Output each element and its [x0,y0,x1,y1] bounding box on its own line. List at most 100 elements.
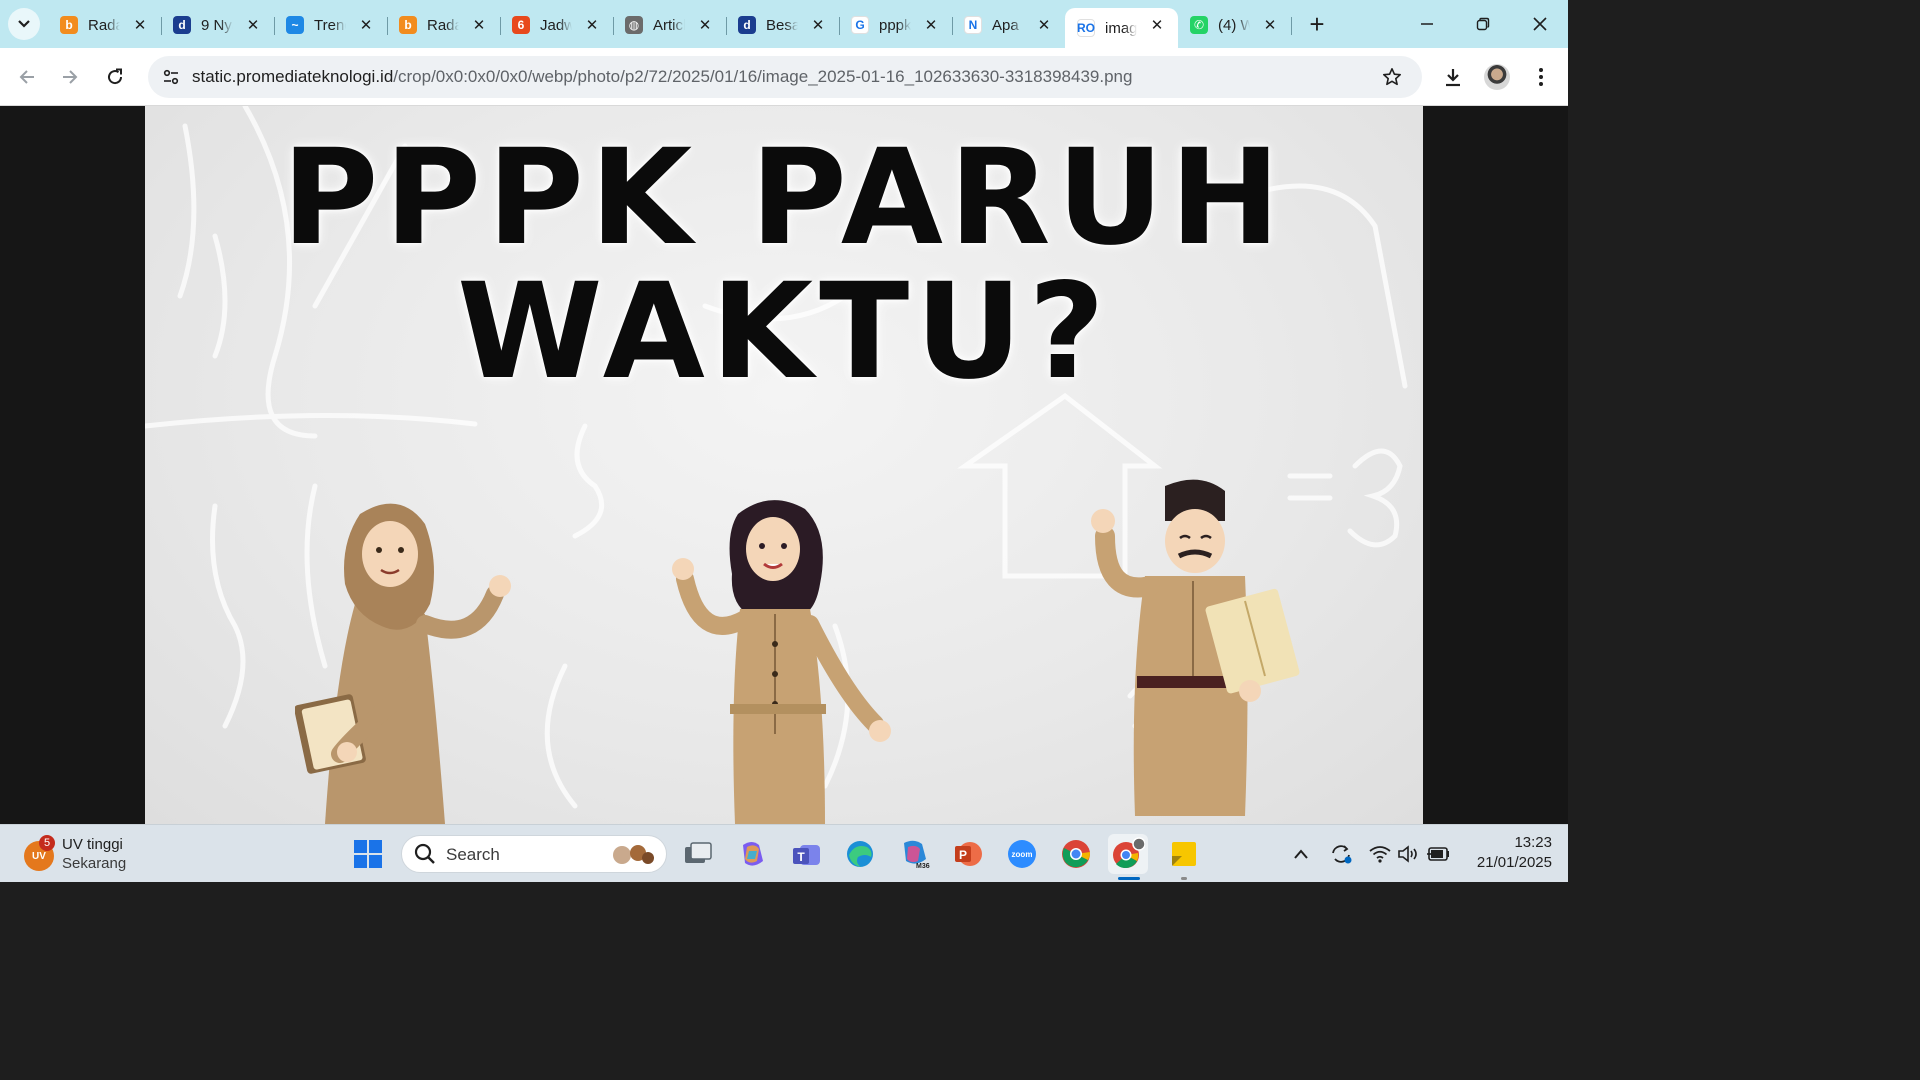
weather-widget[interactable]: UV 5 UV tinggi Sekarang [22,835,182,875]
blog-b-icon: b [399,16,417,34]
teams-button[interactable]: T [786,834,826,874]
more-vertical-icon [1539,68,1543,86]
clock-time: 13:23 [1514,834,1552,851]
tab-title: Radar [88,16,120,34]
minimize-icon [1421,23,1433,25]
arrow-right-icon [63,70,78,84]
tab-close-icon[interactable]: ✕ [809,16,827,34]
google-icon: G [851,16,869,34]
trends-icon: ~ [286,16,304,34]
browser-tab[interactable]: RO image ✕ [1065,8,1178,48]
battery-button[interactable] [1424,839,1452,869]
new-tab-button[interactable]: + [1302,8,1332,40]
tab-title: image [1105,19,1137,37]
tab-close-icon[interactable]: ✕ [583,16,601,34]
browser-tab[interactable]: ~ Trending ✕ [274,8,388,42]
site-info-button[interactable] [156,62,186,92]
chrome-icon [1113,837,1145,869]
six-icon: 6 [512,16,530,34]
plus-icon: + [1309,8,1325,39]
close-window-button[interactable] [1520,8,1560,40]
profile-avatar[interactable] [1484,64,1510,90]
browser-tab[interactable]: d 9 Nyata ✕ [161,8,275,42]
edge-icon [847,841,873,867]
tab-close-icon[interactable]: ✕ [357,16,375,34]
chrome-button[interactable] [1056,834,1096,874]
tab-close-icon[interactable]: ✕ [922,16,940,34]
woman-dark-hair-illustration [672,500,891,824]
weather-title: UV tinggi [62,836,123,853]
notification-count-badge: 5 [39,835,55,851]
chrome-profile-button[interactable] [1108,834,1148,874]
browser-menu-button[interactable] [1525,61,1557,93]
address-bar[interactable]: static.promediateknologi.id/crop/0x0:0x0… [148,56,1422,98]
browser-tab[interactable]: ✆ (4) WhatsApp ✕ [1178,8,1292,42]
restore-icon [1476,17,1490,31]
tab-close-icon[interactable]: ✕ [470,16,488,34]
m365-icon: M365 [904,840,930,869]
start-button[interactable] [348,834,388,874]
copilot-button[interactable] [732,834,772,874]
tab-close-icon[interactable]: ✕ [1148,16,1166,34]
sticky-notes-icon [1172,842,1196,866]
globe-icon: ◍ [625,16,643,34]
tab-close-icon[interactable]: ✕ [131,16,149,34]
browser-tab[interactable]: d Besar ✕ [726,8,840,42]
tab-close-icon[interactable]: ✕ [244,16,262,34]
forward-button[interactable] [54,61,86,93]
tab-close-icon[interactable]: ✕ [1035,16,1053,34]
tab-title: (4) WhatsApp [1218,16,1250,34]
m365-button[interactable]: M365 [894,834,934,874]
browser-tab[interactable]: b Radar ✕ [48,8,162,42]
url-host: static.promediateknologi.id [192,67,394,86]
wifi-button[interactable] [1366,839,1394,869]
browser-tab[interactable]: b Radar ✕ [387,8,501,42]
blog-b-icon: b [60,16,78,34]
detik-d-icon: d [173,16,191,34]
tab-title: Radar [427,16,459,34]
browser-tab[interactable]: Gpppk ✕ [839,8,953,42]
edge-button[interactable] [840,834,880,874]
tab-close-icon[interactable]: ✕ [696,16,714,34]
browser-tab[interactable]: ◍ Article ✕ [613,8,727,42]
url-path: /crop/0x0:0x0/0x0/webp/photo/p2/72/2025/… [393,67,1133,86]
search-icon [414,843,435,864]
svg-text:M365: M365 [916,863,930,869]
system-clock[interactable]: 13:23 21/01/2025 [1460,833,1552,873]
task-view-button[interactable] [678,834,718,874]
running-app-indicator [1181,877,1187,880]
detik-d-icon: d [738,16,756,34]
minimize-button[interactable] [1407,8,1447,40]
volume-button[interactable] [1394,839,1422,869]
ro-icon: RO [1077,19,1095,37]
teams-icon: T [793,845,820,865]
powerpoint-button[interactable]: P [948,834,988,874]
zoom-icon: zoom [1008,840,1036,868]
tab-title: Article [653,16,685,34]
star-icon [1383,68,1401,86]
tab-close-icon[interactable]: ✕ [1261,16,1279,34]
tab-search-button[interactable] [8,8,40,40]
tab-title: 9 Nyata [201,16,233,34]
download-icon [1446,69,1460,87]
svg-text:T: T [797,850,805,864]
wifi-icon [1369,846,1391,863]
downloads-button[interactable] [1437,61,1469,93]
reload-button[interactable] [99,61,131,93]
whatsapp-icon: ✆ [1190,16,1208,34]
svg-text:zoom: zoom [1012,850,1033,859]
browser-tab[interactable]: 6 Jadwal ✕ [500,8,614,42]
bookmark-button[interactable] [1380,65,1404,89]
url-text[interactable]: static.promediateknologi.id/crop/0x0:0x0… [192,67,1132,87]
browser-tab[interactable]: N Apa ✕ [952,8,1066,42]
news-icon: N [964,16,982,34]
back-button[interactable] [11,61,43,93]
displayed-image: PPPK PARUH WAKTU? [145,106,1423,824]
zoom-button[interactable]: zoom [1002,834,1042,874]
sync-status-button[interactable] [1327,839,1355,869]
taskbar-search-box[interactable]: Search [401,835,667,873]
sticky-notes-button[interactable] [1164,834,1204,874]
tab-title: Apa [992,16,1019,34]
show-hidden-icons-button[interactable] [1287,839,1315,869]
restore-button[interactable] [1463,8,1503,40]
